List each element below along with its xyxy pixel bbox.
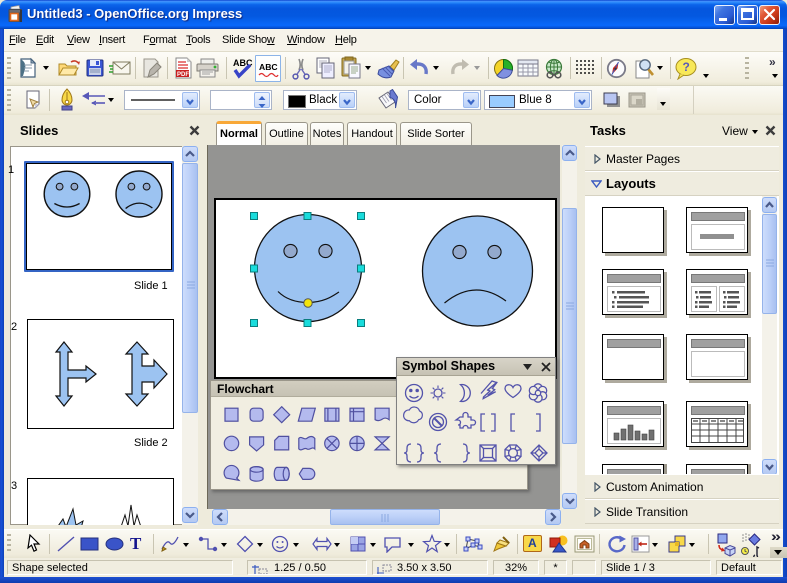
svg-text:?: ? — [683, 60, 690, 74]
svg-text:PDF: PDF — [177, 72, 189, 78]
svg-text:ABC: ABC — [259, 62, 278, 72]
